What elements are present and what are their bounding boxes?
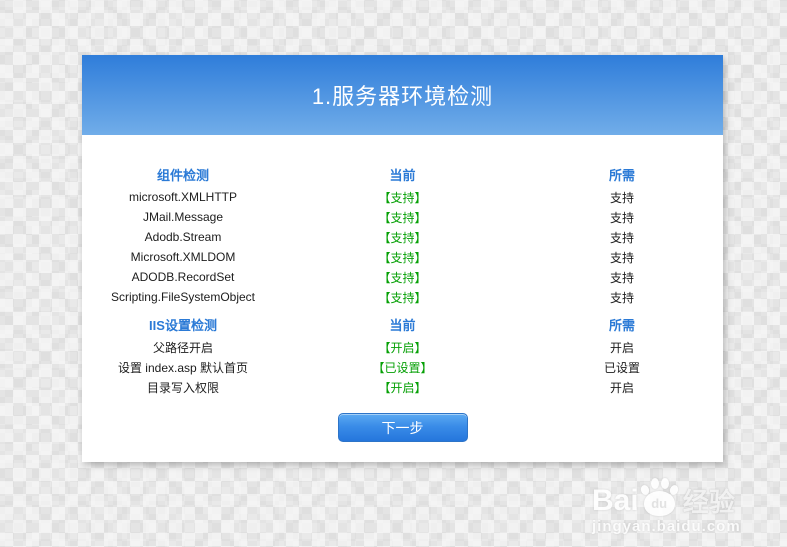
current-status: 【支持】 (284, 209, 521, 226)
component-name: Scripting.FileSystemObject (82, 290, 284, 304)
baidu-logo-du-text: du (651, 497, 667, 510)
desktop-background: 1.服务器环境检测 组件检测 当前 所需 microsoft.XMLHTTP 【… (0, 0, 787, 547)
table-row: Scripting.FileSystemObject 【支持】 支持 (82, 287, 723, 307)
column-header-component: 组件检测 (82, 165, 284, 184)
component-table-header: 组件检测 当前 所需 (82, 161, 723, 187)
baidu-logo-text: Bai (592, 486, 639, 516)
current-status: 【支持】 (284, 229, 521, 246)
table-row: 设置 index.asp 默认首页 【已设置】 已设置 (82, 357, 723, 377)
required-status: 支持 (521, 249, 723, 266)
current-status: 【支持】 (284, 289, 521, 306)
required-status: 支持 (521, 269, 723, 286)
required-status: 支持 (521, 209, 723, 226)
column-header-required: 所需 (521, 165, 723, 184)
column-header-current: 当前 (284, 165, 521, 184)
required-status: 支持 (521, 189, 723, 206)
component-name: Microsoft.XMLDOM (82, 250, 284, 264)
column-header-required: 所需 (521, 315, 723, 334)
current-status: 【支持】 (284, 269, 521, 286)
table-row: microsoft.XMLHTTP 【支持】 支持 (82, 187, 723, 207)
setup-wizard-panel: 1.服务器环境检测 组件检测 当前 所需 microsoft.XMLHTTP 【… (82, 55, 723, 462)
required-status: 支持 (521, 289, 723, 306)
iis-table-header: IIS设置检测 当前 所需 (82, 311, 723, 337)
jingyan-logo-text: 经验 (683, 488, 735, 516)
table-row: JMail.Message 【支持】 支持 (82, 207, 723, 227)
component-name: Adodb.Stream (82, 230, 284, 244)
page-title: 1.服务器环境检测 (312, 79, 493, 111)
wizard-header: 1.服务器环境检测 (82, 55, 723, 135)
baidu-jingyan-watermark: Bai du 经验 jingyan.baidu.com (592, 478, 752, 535)
table-row: ADODB.RecordSet 【支持】 支持 (82, 267, 723, 287)
detection-tables: 组件检测 当前 所需 microsoft.XMLHTTP 【支持】 支持 JMa… (82, 135, 723, 442)
required-status: 开启 (521, 379, 723, 396)
current-status: 【已设置】 (284, 359, 521, 376)
column-header-current: 当前 (284, 315, 521, 334)
iis-setting-name: 目录写入权限 (82, 379, 284, 396)
current-status: 【支持】 (284, 189, 521, 206)
component-name: ADODB.RecordSet (82, 270, 284, 284)
component-name: JMail.Message (82, 210, 284, 224)
required-status: 支持 (521, 229, 723, 246)
required-status: 开启 (521, 339, 723, 356)
table-row: Adodb.Stream 【支持】 支持 (82, 227, 723, 247)
watermark-url: jingyan.baidu.com (592, 518, 752, 535)
baidu-paw-icon: du (639, 478, 679, 516)
baidu-jingyan-logo: Bai du 经验 (592, 478, 752, 516)
table-row: Microsoft.XMLDOM 【支持】 支持 (82, 247, 723, 267)
current-status: 【支持】 (284, 249, 521, 266)
table-row: 父路径开启 【开启】 开启 (82, 337, 723, 357)
current-status: 【开启】 (284, 339, 521, 356)
current-status: 【开启】 (284, 379, 521, 396)
iis-setting-name: 父路径开启 (82, 339, 284, 356)
table-row: 目录写入权限 【开启】 开启 (82, 377, 723, 397)
column-header-iis: IIS设置检测 (82, 315, 284, 334)
next-step-button[interactable]: 下一步 (338, 413, 468, 442)
required-status: 已设置 (521, 359, 723, 376)
iis-setting-name: 设置 index.asp 默认首页 (82, 359, 284, 376)
component-name: microsoft.XMLHTTP (82, 190, 284, 204)
